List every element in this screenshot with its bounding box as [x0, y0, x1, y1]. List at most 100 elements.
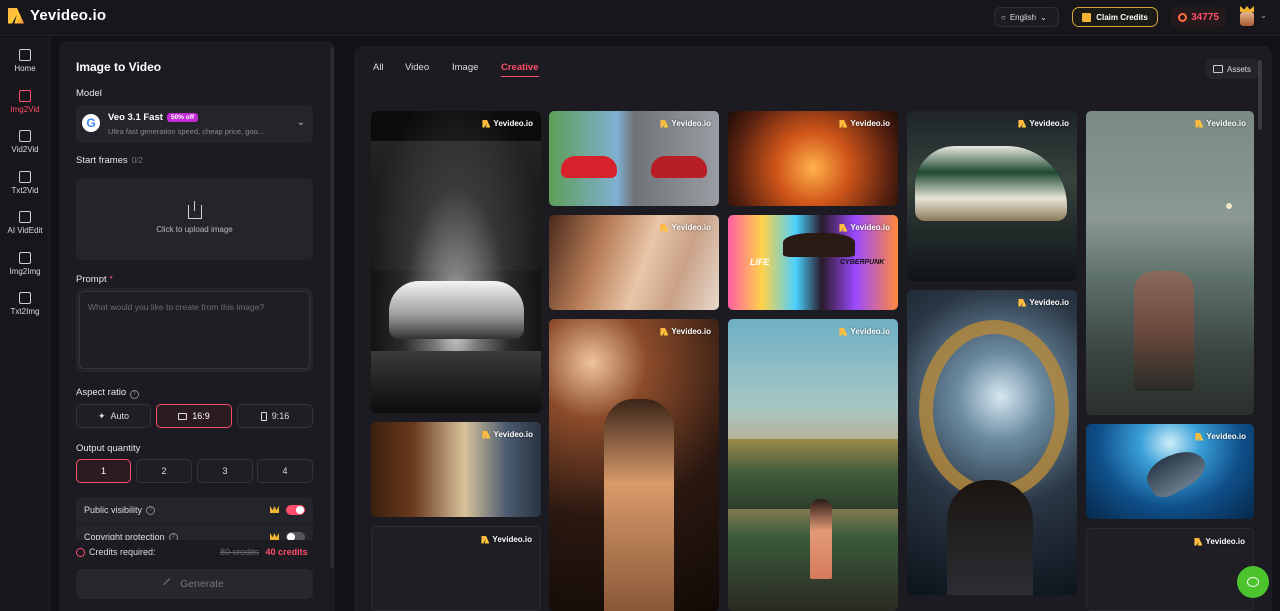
card-art: [1141, 441, 1211, 503]
gallery-card-fire-couple[interactable]: Yevideo.io: [728, 111, 898, 206]
credits-required: Credits required:: [76, 547, 156, 557]
watermark: Yevideo.io: [482, 430, 533, 439]
chat-icon: [1247, 577, 1259, 587]
sparkle-icon: [19, 211, 31, 223]
gallery-card-loading[interactable]: Yevideo.io: [1086, 528, 1254, 611]
app-logo[interactable]: Yevideo.io: [8, 7, 106, 24]
chevron-down-icon: ⌄: [1040, 12, 1047, 22]
gallery-card-loading[interactable]: Yevideo.io: [371, 526, 541, 611]
image-icon: [19, 252, 31, 264]
quantity-4-button[interactable]: 4: [257, 459, 313, 483]
gallery-card-woman-portrait[interactable]: Yevideo.io: [549, 215, 719, 310]
gallery-card-sneaker[interactable]: Yevideo.io: [907, 111, 1077, 281]
chat-support-button[interactable]: [1237, 566, 1269, 598]
rail-item-txt2vid[interactable]: Txt2Vid: [0, 163, 50, 203]
card-art: [915, 146, 1067, 221]
watermark: Yevideo.io: [1194, 537, 1245, 546]
gallery-card-portal-ring[interactable]: Yevideo.io: [907, 290, 1077, 595]
card-art: [919, 320, 1069, 500]
tab-creative[interactable]: Creative: [501, 62, 539, 77]
gallery-card-silver-car[interactable]: Yevideo.io: [371, 111, 541, 413]
gallery-scrollbar[interactable]: [1258, 60, 1262, 130]
generate-button[interactable]: Generate: [76, 569, 313, 599]
model-selector[interactable]: G Veo 3.1 Fast 50% off Ultra fast genera…: [76, 105, 313, 143]
credits-balance[interactable]: 34775: [1171, 7, 1226, 27]
help-icon[interactable]: ?: [146, 505, 156, 515]
aspect-9-16-button[interactable]: 9:16: [237, 404, 313, 428]
aspect-auto-button[interactable]: ✦ Auto: [76, 404, 151, 428]
quantity-3-button[interactable]: 3: [197, 459, 253, 483]
public-visibility-row: Public visibility?: [76, 497, 313, 523]
watermark: Yevideo.io: [839, 223, 890, 232]
watermark-text: Yevideo.io: [1206, 432, 1246, 441]
video-icon: [19, 130, 31, 142]
output-quantity-label: Output quantity: [76, 443, 141, 454]
public-visibility-toggle[interactable]: [286, 505, 305, 515]
magic-wand-icon: [163, 577, 176, 591]
required-marker: *: [109, 274, 113, 285]
account-chevron-icon[interactable]: ⌄: [1260, 11, 1267, 20]
prompt-input[interactable]: [79, 291, 310, 369]
home-icon: [19, 49, 31, 61]
claim-credits-button[interactable]: Claim Credits: [1072, 7, 1158, 27]
card-art: [371, 351, 541, 413]
tab-all[interactable]: All: [373, 62, 384, 73]
card-art: [810, 499, 832, 579]
watermark-text: Yevideo.io: [1206, 119, 1246, 128]
model-name-row: Veo 3.1 Fast 50% off: [108, 112, 199, 123]
aspect-option-label: 16:9: [192, 411, 210, 421]
aspect-16-9-button[interactable]: 16:9: [156, 404, 232, 428]
gallery-card-whale[interactable]: Yevideo.io: [1086, 424, 1254, 519]
rail-item-vid2vid[interactable]: Vid2Vid: [0, 122, 50, 162]
logo-icon: [1018, 119, 1027, 128]
watermark-text: Yevideo.io: [671, 223, 711, 232]
tab-image[interactable]: Image: [452, 62, 478, 73]
language-selector[interactable]: ○ English ⌄: [994, 7, 1059, 27]
gift-icon: [1082, 12, 1092, 22]
card-art: [561, 156, 617, 178]
gallery-card-red-sports-car[interactable]: Yevideo.io: [549, 111, 719, 206]
tab-video[interactable]: Video: [405, 62, 429, 73]
watermark-text: Yevideo.io: [671, 119, 711, 128]
quantity-1-button[interactable]: 1: [76, 459, 131, 483]
card-art: [1226, 203, 1232, 209]
gallery-card-cyberpunk-art[interactable]: LIFE CYBERPUNK Yevideo.io: [728, 215, 898, 310]
gallery-card-library[interactable]: Yevideo.io: [371, 422, 541, 517]
card-art: [728, 439, 898, 509]
watermark: Yevideo.io: [839, 327, 890, 336]
logo-icon: [839, 223, 848, 232]
panel-scrollbar[interactable]: [330, 48, 334, 568]
gallery-card-old-woman-cart[interactable]: Yevideo.io: [1086, 111, 1254, 415]
logo-icon: [660, 119, 669, 128]
watermark-text: Yevideo.io: [671, 327, 711, 336]
rail-item-home[interactable]: Home: [0, 41, 50, 81]
watermark-text: Yevideo.io: [493, 430, 533, 439]
credits-new-price: 40 credits: [265, 547, 308, 557]
gallery-card-disco-dancer[interactable]: Yevideo.io: [549, 319, 719, 611]
logo-icon: [1195, 119, 1204, 128]
model-description: Ultra fast generation speed, cheap price…: [108, 127, 264, 136]
card-art: [947, 480, 1033, 595]
card-art: [604, 399, 674, 611]
start-frames-label: Start frames 0/2: [76, 155, 143, 166]
language-label: English: [1009, 12, 1037, 22]
rail-item-img2img[interactable]: Img2Img: [0, 244, 50, 284]
rail-item-img2vid[interactable]: Img2Vid: [0, 82, 50, 122]
quantity-2-button[interactable]: 2: [136, 459, 192, 483]
rail-item-txt2img[interactable]: Txt2Img: [0, 284, 50, 324]
text-icon: [19, 171, 31, 183]
user-avatar[interactable]: [1238, 6, 1256, 28]
watermark-text: Yevideo.io: [1205, 537, 1245, 546]
generate-label: Generate: [180, 578, 224, 590]
rail-item-ai-videdit[interactable]: AI VidEdit: [0, 203, 50, 243]
app-name: Yevideo.io: [30, 7, 107, 24]
gallery-card-train-crossing[interactable]: Yevideo.io: [728, 319, 898, 611]
watermark: Yevideo.io: [481, 535, 532, 544]
watermark: Yevideo.io: [839, 119, 890, 128]
upload-dropzone[interactable]: Click to upload image: [76, 178, 313, 260]
card-art-text: LIFE: [750, 257, 770, 267]
watermark: Yevideo.io: [660, 119, 711, 128]
assets-button[interactable]: Assets: [1206, 59, 1258, 79]
help-icon[interactable]: ?: [130, 390, 140, 399]
credits-value: 34775: [1191, 11, 1219, 23]
